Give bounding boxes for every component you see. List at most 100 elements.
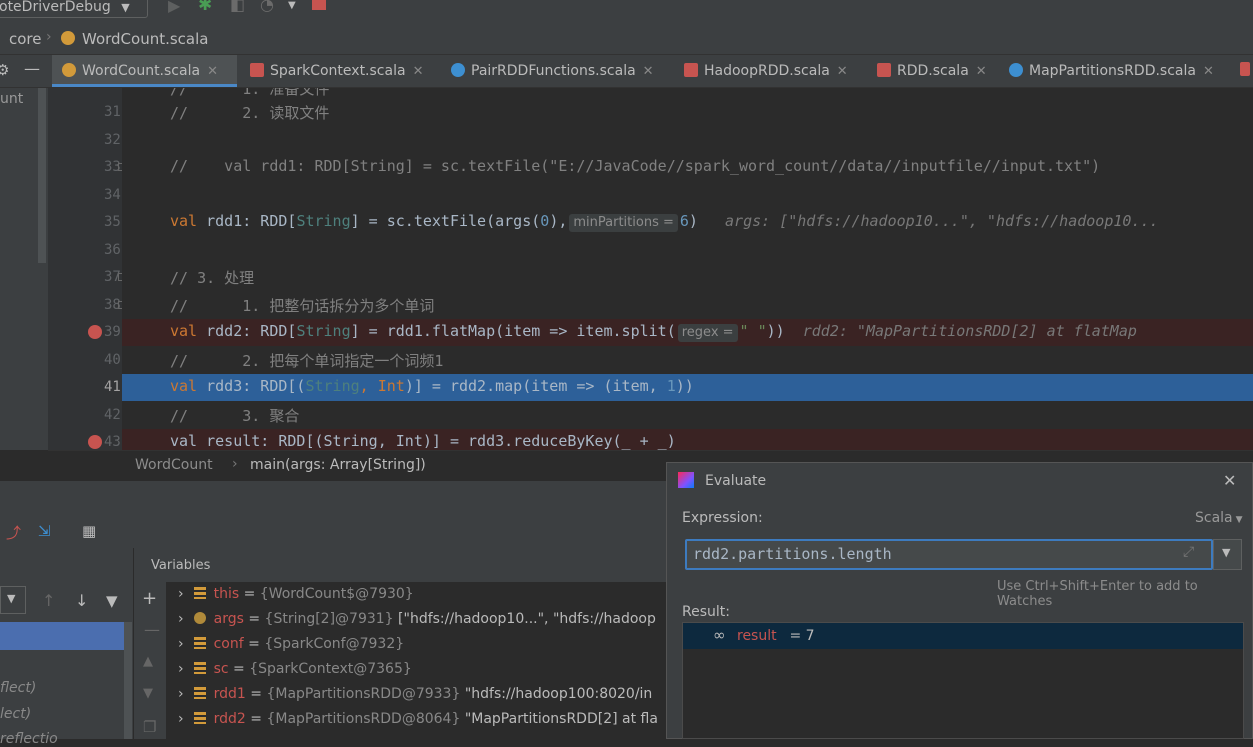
variable-row[interactable]: › sc = {SparkContext@7365} bbox=[178, 661, 412, 677]
coverage-icon[interactable]: ◧ bbox=[230, 0, 245, 14]
close-icon[interactable]: ✕ bbox=[207, 64, 218, 79]
debug-icon[interactable]: ✱ bbox=[198, 0, 212, 15]
tab-sparkcontext[interactable]: SparkContext.scala ✕ bbox=[250, 55, 423, 87]
expand-icon[interactable]: › bbox=[178, 586, 184, 602]
close-icon[interactable]: ✕ bbox=[837, 64, 848, 79]
evaluate-table-icon[interactable]: ▦ bbox=[82, 522, 96, 540]
run-config-selector[interactable]: oteDriverDebug ▼ bbox=[0, 0, 148, 18]
code-token: " " bbox=[739, 322, 767, 340]
result-label: Result: bbox=[682, 604, 730, 620]
tab-label: HadoopRDD.scala bbox=[704, 63, 830, 79]
scala-class-icon bbox=[1009, 63, 1023, 77]
thread-selector[interactable]: ▼ bbox=[0, 586, 26, 614]
close-icon[interactable]: ✕ bbox=[643, 64, 654, 79]
code-line: val rdd1: RDD[String] = sc.textFile(args… bbox=[170, 212, 1159, 232]
result-name: result bbox=[737, 628, 777, 644]
arrow-down-icon[interactable]: ↓ bbox=[75, 591, 88, 610]
tab-label: PairRDDFunctions.scala bbox=[471, 63, 636, 79]
code-token: 0 bbox=[540, 212, 550, 230]
variable-row[interactable]: › args = {String[2]@7931} ["hdfs://hadoop… bbox=[178, 611, 656, 627]
breakpoint-icon[interactable] bbox=[88, 435, 102, 449]
variable-row[interactable]: › rdd1 = {MapPartitionsRDD@7933} "hdfs://… bbox=[178, 686, 652, 702]
step-into-icon[interactable]: ⇲ bbox=[38, 522, 51, 540]
breakpoint-icon[interactable] bbox=[88, 325, 102, 339]
minimize-icon[interactable]: — bbox=[24, 59, 40, 78]
run-icon[interactable]: ▶ bbox=[168, 0, 180, 15]
run-config-label: oteDriverDebug bbox=[0, 0, 111, 15]
gear-icon[interactable]: ⚙ bbox=[0, 61, 9, 79]
close-icon[interactable]: ✕ bbox=[413, 64, 424, 79]
breadcrumb-module[interactable]: core bbox=[9, 30, 42, 48]
drop-frame-icon[interactable]: ⤴ bbox=[6, 522, 21, 543]
tab-pairrddfunctions[interactable]: PairRDDFunctions.scala ✕ bbox=[451, 55, 654, 87]
code-line: val rdd2: RDD[String] = rdd1.flatMap(ite… bbox=[170, 322, 1137, 342]
add-watch-icon[interactable]: + bbox=[142, 588, 157, 609]
expand-icon[interactable]: › bbox=[178, 711, 184, 727]
expand-editor-icon[interactable]: ⤢ bbox=[1183, 544, 1194, 560]
arrow-up-icon[interactable]: ↑ bbox=[42, 591, 55, 610]
tab-mappartitionsrdd[interactable]: MapPartitionsRDD.scala ✕ bbox=[1009, 55, 1214, 87]
code-line: val rdd3: RDD[(String, Int)] = rdd2.map(… bbox=[170, 377, 694, 395]
code-line: // 2. 把每个单词指定一个词频1 bbox=[170, 352, 444, 370]
code-line: // 1. 把整句话拆分为多个单词 bbox=[170, 297, 435, 315]
variable-name: rdd1 bbox=[213, 686, 246, 702]
frame-item[interactable]: lect) bbox=[0, 706, 31, 722]
line-number: 42 bbox=[104, 407, 121, 423]
copy-icon[interactable]: ❐ bbox=[143, 718, 156, 736]
variable-row[interactable]: › rdd2 = {MapPartitionsRDD@8064} "MapPart… bbox=[178, 711, 658, 727]
selected-frame[interactable] bbox=[0, 622, 124, 650]
variable-value: "hdfs://hadoop100:8020/in bbox=[460, 686, 653, 702]
result-row[interactable]: ∞ result = 7 bbox=[683, 623, 1243, 649]
inline-debug-value: rdd2: "MapPartitionsRDD[2] at flatMap bbox=[802, 322, 1137, 340]
stop-icon[interactable] bbox=[312, 0, 326, 10]
filter-icon[interactable]: ▼ bbox=[106, 592, 118, 610]
expression-input[interactable]: rdd2.partitions.length ⤢ bbox=[685, 539, 1213, 570]
close-icon[interactable]: ✕ bbox=[1223, 471, 1236, 490]
scrollbar[interactable] bbox=[38, 88, 46, 263]
expand-icon[interactable]: › bbox=[178, 686, 184, 702]
close-icon[interactable]: ✕ bbox=[1203, 64, 1214, 79]
chevron-down-icon[interactable]: ▼ bbox=[288, 0, 296, 11]
project-item-label[interactable]: unt bbox=[0, 91, 23, 107]
close-icon[interactable]: ✕ bbox=[976, 64, 987, 79]
parameter-hint: minPartitions = bbox=[569, 214, 678, 232]
variables-title: Variables bbox=[151, 558, 211, 573]
tab-hadooprdd[interactable]: HadoopRDD.scala ✕ bbox=[684, 55, 848, 87]
line-number: 34 bbox=[104, 187, 121, 203]
code-line: // val rdd1: RDD[String] = sc.textFile("… bbox=[170, 157, 1101, 175]
move-down-icon[interactable]: ▼ bbox=[143, 686, 153, 701]
breadcrumb-method[interactable]: main(args: Array[String]) bbox=[250, 457, 426, 473]
fold-icon[interactable] bbox=[118, 273, 122, 281]
remove-watch-icon[interactable]: — bbox=[144, 620, 160, 639]
more-tabs-icon[interactable] bbox=[1240, 62, 1250, 76]
breadcrumb-object[interactable]: WordCount bbox=[135, 457, 213, 473]
scrollbar[interactable] bbox=[124, 622, 132, 739]
fold-icon[interactable] bbox=[118, 301, 122, 309]
frame-item[interactable]: reflectio bbox=[0, 731, 58, 747]
chevron-down-icon: ▼ bbox=[7, 592, 16, 605]
breadcrumb-file[interactable]: WordCount.scala bbox=[82, 30, 208, 48]
code-token: String bbox=[296, 322, 351, 340]
language-selector[interactable]: Scala ▼ bbox=[1195, 510, 1243, 526]
code-line: val result: RDD[(String, Int)] = rdd3.re… bbox=[170, 432, 676, 450]
code-line: // 3. 处理 bbox=[170, 269, 255, 287]
variable-row[interactable]: › conf = {SparkConf@7932} bbox=[178, 636, 404, 652]
profile-icon[interactable]: ◔ bbox=[260, 0, 274, 14]
field-icon bbox=[193, 637, 206, 649]
code-editor[interactable]: // 1. 准备文件 // 2. 读取文件 // val rdd1: RDD[S… bbox=[122, 88, 1253, 450]
code-token: ), bbox=[549, 212, 568, 230]
editor-tab-bar: ⚙ — WordCount.scala ✕ SparkContext.scala ✕… bbox=[0, 55, 1253, 88]
expand-icon[interactable]: › bbox=[178, 661, 184, 677]
tab-wordcount[interactable]: WordCount.scala ✕ bbox=[52, 55, 237, 87]
fold-icon[interactable] bbox=[118, 163, 122, 171]
variable-value: "MapPartitionsRDD[2] at fla bbox=[460, 711, 658, 727]
variable-row[interactable]: › this = {WordCount$@7930} bbox=[178, 586, 414, 602]
tab-rdd[interactable]: RDD.scala ✕ bbox=[877, 55, 987, 87]
scala-object-icon bbox=[62, 63, 76, 77]
move-up-icon[interactable]: ▲ bbox=[143, 654, 153, 669]
expand-icon[interactable]: › bbox=[178, 636, 184, 652]
expression-history-dropdown[interactable]: ▼ bbox=[1213, 539, 1242, 570]
variable-eq: = bbox=[245, 711, 267, 727]
frame-item[interactable]: flect) bbox=[0, 680, 36, 696]
expand-icon[interactable]: › bbox=[178, 611, 184, 627]
